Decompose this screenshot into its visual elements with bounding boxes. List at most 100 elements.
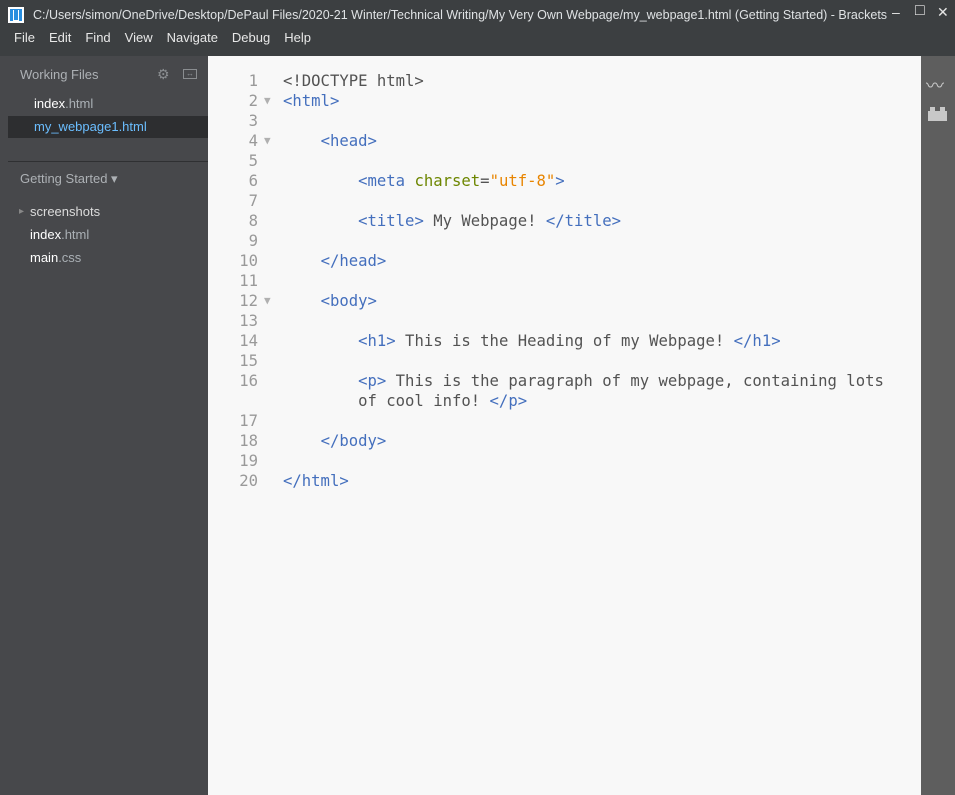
file-name: index (34, 96, 66, 111)
menu-debug[interactable]: Debug (225, 28, 277, 48)
line-number: 1 (248, 72, 258, 90)
working-file-item[interactable]: index.html (8, 93, 208, 115)
line-number: 10 (239, 252, 258, 270)
code-line: <p> This is the paragraph of my webpage,… (283, 371, 884, 391)
code-token: </title> (545, 212, 621, 230)
code-token: = (480, 172, 490, 190)
line-number: 17 (239, 412, 258, 430)
project-dropdown[interactable]: Getting Started ▾ (20, 171, 118, 187)
code-line: <body> (283, 291, 377, 311)
code-line: <head> (283, 131, 377, 151)
code-token: <h1> (358, 332, 396, 350)
code-token: <title> (358, 212, 424, 230)
tree-item[interactable]: ▸ screenshots (19, 202, 101, 222)
menu-help[interactable]: Help (277, 28, 318, 48)
file-name: index (30, 227, 62, 242)
menu-find[interactable]: Find (78, 28, 117, 48)
line-number: 11 (239, 272, 258, 290)
code-line: </head> (283, 251, 387, 271)
tree-item[interactable]: main.css (30, 248, 81, 268)
menu-edit[interactable]: Edit (42, 28, 78, 48)
working-files-header: Working Files (20, 67, 99, 82)
title-bar: C:/Users/simon/OneDrive/Desktop/DePaul F… (0, 0, 955, 30)
maximize-button[interactable]: □ (915, 2, 925, 20)
code-token: <meta (358, 172, 415, 190)
line-number: 12 (239, 292, 258, 310)
line-number: 16 (239, 372, 258, 390)
line-number: 13 (239, 312, 258, 330)
fold-arrow-icon[interactable]: ▼ (264, 291, 271, 311)
working-file-item[interactable]: my_webpage1.html (8, 116, 208, 138)
expand-arrow-icon: ▸ (19, 206, 25, 217)
window-title: C:/Users/simon/OneDrive/Desktop/DePaul F… (33, 8, 888, 22)
line-number: 14 (239, 332, 258, 350)
code-token: charset (414, 172, 481, 190)
line-number: 18 (239, 432, 258, 450)
code-line: of cool info! </p> (283, 391, 527, 411)
code-editor[interactable]: 1 <!DOCTYPE html> 2 ▼ <html> 3 4 ▼ <head> 5 6 <me… (208, 56, 921, 795)
close-button[interactable]: ✕ (937, 4, 949, 21)
code-token: <p> (358, 372, 387, 390)
menu-bar: File Edit Find View Navigate Debug Help (0, 28, 318, 48)
code-line: <h1> This is the Heading of my Webpage! … (283, 331, 781, 351)
code-line: </html> (283, 471, 349, 491)
line-number: 3 (248, 112, 258, 130)
line-number (208, 391, 258, 411)
right-toolbar (921, 56, 955, 795)
code-token: </html> (283, 472, 349, 490)
code-token: This is the paragraph of my webpage, con… (386, 372, 884, 390)
file-name: my_webpage1 (34, 119, 119, 134)
menu-view[interactable]: View (118, 28, 160, 48)
code-token: > (555, 172, 565, 190)
line-number: 4 (248, 132, 258, 150)
code-token: </p> (489, 392, 528, 410)
divider (8, 161, 208, 162)
menu-navigate[interactable]: Navigate (160, 28, 225, 48)
code-token: <head> (320, 132, 377, 150)
code-token: <body> (320, 292, 377, 310)
gear-icon[interactable]: ⚙ (157, 66, 170, 83)
line-number: 5 (248, 152, 258, 170)
code-token: This is the Heading of my Webpage! (395, 332, 734, 350)
line-number: 20 (239, 472, 258, 490)
line-number: 2 (248, 92, 258, 110)
fold-arrow-icon[interactable]: ▼ (264, 131, 271, 151)
fold-arrow-icon[interactable]: ▼ (264, 91, 271, 111)
code-token: "utf-8" (489, 172, 556, 190)
file-ext: .html (118, 119, 147, 134)
code-line: </body> (283, 431, 387, 451)
code-token: of cool info! (283, 392, 490, 410)
file-ext: .html (61, 227, 90, 242)
menu-file[interactable]: File (0, 28, 42, 48)
brackets-logo-icon (8, 7, 24, 23)
folder-name: screenshots (30, 204, 101, 219)
code-token: <!DOCTYPE html> (283, 72, 424, 90)
line-number: 9 (248, 232, 258, 250)
line-number: 6 (248, 172, 258, 190)
split-view-icon[interactable]: ↔ (183, 69, 197, 79)
code-token: My Webpage! (423, 212, 546, 230)
code-token: </h1> (733, 332, 781, 350)
sidebar (0, 56, 208, 795)
code-token: <html> (283, 92, 340, 110)
code-line: <title> My Webpage! </title> (283, 211, 621, 231)
code-token: </head> (320, 252, 387, 270)
code-token: </body> (320, 432, 387, 450)
line-number: 15 (239, 352, 258, 370)
code-line: <html> (283, 91, 339, 111)
tree-item[interactable]: index.html (30, 225, 89, 245)
file-ext: .css (58, 250, 82, 265)
extension-manager-icon[interactable] (928, 107, 947, 121)
file-ext: .html (65, 96, 94, 111)
file-name: main (30, 250, 59, 265)
minimize-button[interactable]: – (892, 4, 900, 20)
code-line: <meta charset="utf-8"> (283, 171, 565, 191)
live-preview-icon[interactable]: 〰 (926, 72, 944, 98)
